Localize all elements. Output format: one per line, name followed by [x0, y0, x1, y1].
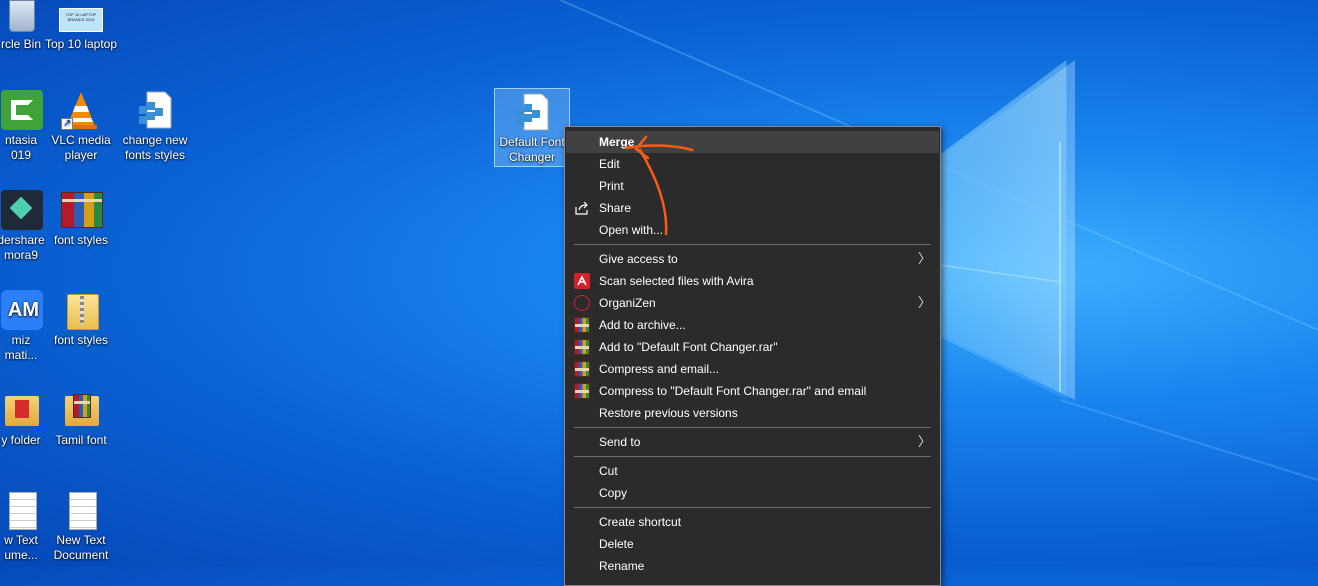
menu-item-label: Compress to "Default Font Changer.rar" a…: [599, 384, 867, 398]
image-thumbnail-icon: TOP 10 LAPTOP BRANDS 2019: [59, 0, 103, 34]
menu-item-send-to[interactable]: Send to 〉: [566, 431, 939, 453]
folder-icon: [1, 390, 41, 430]
menu-item-rename[interactable]: Rename: [566, 555, 939, 577]
winrar-icon: [574, 339, 590, 355]
menu-item-label: Share: [599, 201, 632, 215]
desktop-icon-label: change new fonts styles: [122, 133, 188, 162]
menu-separator: [574, 456, 931, 457]
submenu-arrow-icon: 〉: [917, 295, 931, 310]
winrar-folder-icon: [61, 390, 101, 430]
menu-item-label: Rename: [599, 559, 645, 573]
camtasia-icon: [1, 90, 43, 130]
zip-folder-icon: [61, 290, 101, 330]
menu-item-add-to-rar[interactable]: Add to "Default Font Changer.rar": [566, 336, 939, 358]
menu-item-label: Give access to: [599, 252, 678, 266]
desktop-icon-label: VLC media player: [51, 133, 111, 162]
recycle-bin-icon: [1, 0, 41, 34]
wallpaper-window-light-highlight: [935, 60, 1075, 400]
menu-item-delete[interactable]: Delete: [566, 533, 939, 555]
menu-item-create-shortcut[interactable]: Create shortcut: [566, 511, 939, 533]
desktop-icon-label: Default Font Changer: [499, 135, 565, 164]
menu-item-label: Send to: [599, 435, 641, 449]
menu-item-label: Edit: [599, 157, 620, 171]
menu-item-label: Open with...: [599, 223, 664, 237]
wallpaper-window-light: [930, 60, 1067, 400]
menu-item-restore-previous[interactable]: Restore previous versions: [566, 402, 939, 424]
menu-item-label: Copy: [599, 486, 628, 500]
filmora-icon: [1, 190, 43, 230]
menu-item-cut[interactable]: Cut: [566, 460, 939, 482]
menu-item-add-to-archive[interactable]: Add to archive...: [566, 314, 939, 336]
desktop-icon-change-new-fonts[interactable]: change new fonts styles: [118, 90, 192, 163]
submenu-arrow-icon: 〉: [917, 251, 931, 266]
menu-item-give-access[interactable]: Give access to 〉: [566, 248, 939, 270]
desktop-icon-new-text-doc-2[interactable]: New Text Document: [44, 490, 118, 563]
registry-file-icon: [135, 90, 175, 130]
winrar-icon: [574, 361, 590, 377]
menu-item-compress-to-rar-email[interactable]: Compress to "Default Font Changer.rar" a…: [566, 380, 939, 402]
menu-item-open-with[interactable]: Open with...: [566, 219, 939, 241]
thumbnail-text: TOP 10 LAPTOP BRANDS 2019: [59, 8, 103, 32]
menu-item-label: Delete: [599, 537, 634, 551]
text-document-icon: [61, 490, 101, 530]
text-document-icon: [1, 490, 41, 530]
desktop-icon-tamil-font[interactable]: Tamil font: [44, 390, 118, 448]
desktop-icon-vlc[interactable]: VLC media player: [44, 90, 118, 163]
desktop-icon-default-font-changer[interactable]: Default Font Changer: [494, 88, 570, 167]
menu-item-label: Print: [599, 179, 624, 193]
desktop-icon-font-styles-rar[interactable]: font styles: [44, 190, 118, 248]
menu-item-print[interactable]: Print: [566, 175, 939, 197]
menu-item-share[interactable]: Share: [566, 197, 939, 219]
menu-item-avira-scan[interactable]: Scan selected files with Avira: [566, 270, 939, 292]
winrar-icon: [574, 317, 590, 333]
app-am-icon: AM: [1, 290, 43, 330]
vlc-cone-icon: [61, 90, 101, 131]
menu-separator: [574, 244, 931, 245]
registry-file-icon: [512, 92, 552, 132]
winrar-icon: [574, 383, 590, 399]
menu-item-label: Merge: [599, 135, 635, 149]
winrar-archive-icon: [61, 190, 103, 230]
desktop-icon-label: Top 10 laptop: [44, 37, 118, 51]
menu-separator: [574, 427, 931, 428]
menu-item-merge[interactable]: Merge: [566, 131, 939, 153]
menu-item-edit[interactable]: Edit: [566, 153, 939, 175]
desktop-icon-font-styles-folder[interactable]: font styles: [44, 290, 118, 348]
menu-item-label: Scan selected files with Avira: [599, 274, 754, 288]
desktop-icon-top10-laptop[interactable]: TOP 10 LAPTOP BRANDS 2019 Top 10 laptop: [44, 0, 118, 52]
menu-item-label: Add to "Default Font Changer.rar": [599, 340, 778, 354]
menu-item-label: Cut: [599, 464, 618, 478]
menu-item-label: Add to archive...: [599, 318, 686, 332]
menu-item-copy[interactable]: Copy: [566, 482, 939, 504]
desktop-icon-label: font styles: [53, 333, 109, 347]
menu-separator: [574, 507, 931, 508]
menu-item-label: Create shortcut: [599, 515, 682, 529]
submenu-arrow-icon: 〉: [917, 434, 931, 449]
menu-item-compress-email[interactable]: Compress and email...: [566, 358, 939, 380]
desktop-icon-label: font styles: [53, 233, 109, 247]
share-icon: [575, 201, 588, 215]
menu-item-label: Restore previous versions: [599, 406, 738, 420]
avira-icon: [574, 273, 590, 289]
desktop-icon-label: Tamil font: [55, 433, 107, 447]
desktop-icon-label: New Text Document: [53, 533, 109, 562]
menu-item-organizen[interactable]: OrganiZen 〉: [566, 292, 939, 314]
shortcut-arrow-icon: [61, 116, 73, 131]
menu-item-label: OrganiZen: [599, 296, 656, 310]
organizen-icon: [574, 295, 590, 311]
context-menu: Merge Edit Print Share Open with... Give…: [564, 126, 941, 586]
menu-item-label: Compress and email...: [599, 362, 720, 376]
